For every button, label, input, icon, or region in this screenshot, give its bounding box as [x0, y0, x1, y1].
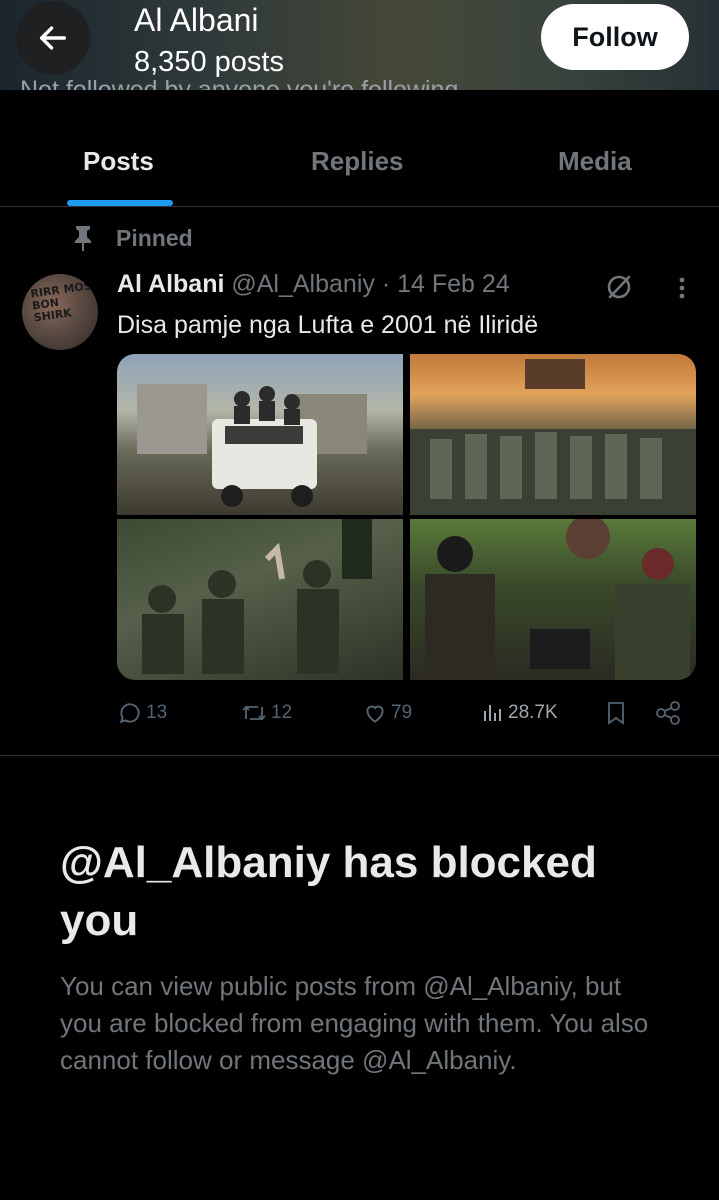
- tab-replies[interactable]: Replies: [311, 146, 404, 177]
- followers-you-know-text: Not followed by anyone you're following: [20, 78, 458, 90]
- pinned-indicator: Pinned: [72, 224, 193, 252]
- tab-media[interactable]: Media: [558, 146, 632, 177]
- repost-count: 12: [271, 702, 293, 723]
- pin-icon: [75, 226, 91, 251]
- repost-icon: [242, 705, 266, 721]
- post-separator: ·: [381, 270, 391, 298]
- share-icon: [656, 701, 680, 725]
- repost-button[interactable]: 12: [240, 700, 292, 726]
- post-author-handle[interactable]: @Al_Albaniy: [231, 270, 375, 298]
- post-photo-3[interactable]: [117, 519, 403, 680]
- posts-count: 8,350 posts: [134, 46, 284, 78]
- like-button[interactable]: 79: [362, 700, 412, 726]
- post-text: Disa pamje nga Lufta e 2001 në Iliridë: [117, 311, 539, 339]
- blocked-description: You can view public posts from @Al_Alban…: [60, 971, 649, 1075]
- bookmark-icon: [608, 702, 624, 725]
- reply-button[interactable]: 13: [117, 700, 167, 726]
- profile-tabs: Posts Replies Media: [0, 120, 719, 207]
- tab-posts[interactable]: Posts: [83, 146, 154, 177]
- views-chart-icon: [484, 705, 501, 721]
- post-date[interactable]: 14 Feb 24: [397, 270, 510, 298]
- reply-count: 13: [146, 702, 168, 723]
- post-action-bar: 13 12 79 28.7K: [117, 700, 687, 730]
- heart-icon: [366, 705, 384, 723]
- profile-name: Al Albani: [134, 2, 259, 38]
- back-button[interactable]: [16, 1, 90, 75]
- blocked-heading: @Al_Albaniy has blocked you: [60, 838, 597, 945]
- share-button[interactable]: [654, 700, 682, 726]
- pinned-label: Pinned: [116, 224, 193, 251]
- post-media-grid: [117, 354, 696, 680]
- view-count: 28.7K: [508, 702, 558, 723]
- post-photo-1[interactable]: [117, 354, 403, 515]
- profile-header: Not followed by anyone you're following …: [0, 0, 719, 90]
- views-button[interactable]: 28.7K: [481, 700, 558, 726]
- post-header: Al Albani @Al_Albaniy · 14 Feb 24: [117, 270, 510, 299]
- author-avatar[interactable]: RIRR MOS BON SHIRK: [22, 274, 98, 350]
- avatar-graffiti-text: RIRR MOS BON SHIRK: [29, 279, 93, 325]
- active-tab-indicator: [67, 200, 173, 206]
- post-author-name[interactable]: Al Albani: [117, 270, 224, 298]
- follow-button[interactable]: Follow: [541, 4, 689, 70]
- more-options-icon[interactable]: [668, 274, 696, 302]
- grok-icon[interactable]: [604, 272, 634, 302]
- reply-icon: [119, 703, 140, 724]
- section-divider: [0, 755, 719, 756]
- arrow-left-icon: [39, 26, 67, 50]
- bookmark-button[interactable]: [605, 700, 627, 726]
- post-photo-4[interactable]: [410, 519, 696, 680]
- like-count: 79: [391, 702, 413, 723]
- post-photo-2[interactable]: [410, 354, 696, 515]
